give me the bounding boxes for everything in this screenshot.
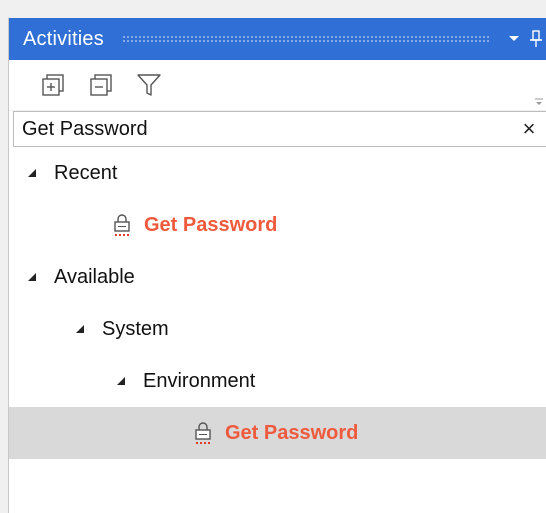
tree-node-label: Available [54,265,135,288]
tree-item-get-password-recent[interactable]: Get Password [9,199,546,251]
pin-icon[interactable] [525,28,546,50]
search-box: × [13,111,546,147]
tree-node-recent[interactable]: Recent [9,147,546,199]
tree-node-label: Recent [54,161,118,184]
tree-node-label: Environment [143,369,256,392]
expanded-arrow-icon[interactable] [74,323,86,335]
filter-icon[interactable] [135,71,163,99]
activities-tree: Recent Get Password Available System Env… [9,147,546,459]
tree-node-environment[interactable]: Environment [9,355,546,407]
tree-node-label: System [102,317,169,340]
lock-icon [112,213,132,237]
search-input[interactable] [22,117,518,141]
chevron-down-icon[interactable] [503,28,525,50]
activities-panel: Activities Get Password × Recent Get Pas… [8,18,546,513]
expanded-arrow-icon[interactable] [26,271,38,283]
panel-title: Activities [23,27,104,50]
collapse-all-icon[interactable] [87,71,115,99]
expanded-arrow-icon[interactable] [115,375,127,387]
lock-icon [193,421,213,445]
clear-search-button[interactable]: × [518,116,540,142]
activity-label: Get Password [225,421,359,444]
expanded-arrow-icon[interactable] [26,167,38,179]
drag-grip[interactable] [121,35,489,43]
tree-node-available[interactable]: Available [9,251,546,303]
activity-label: Get Password [144,213,278,236]
expand-all-icon[interactable] [39,71,67,99]
tree-item-get-password-available[interactable]: Get Password [9,407,546,459]
toolbar-overflow-icon[interactable] [535,94,543,105]
tree-node-system[interactable]: System [9,303,546,355]
panel-titlebar[interactable]: Activities [9,18,546,60]
panel-toolbar [9,60,546,111]
